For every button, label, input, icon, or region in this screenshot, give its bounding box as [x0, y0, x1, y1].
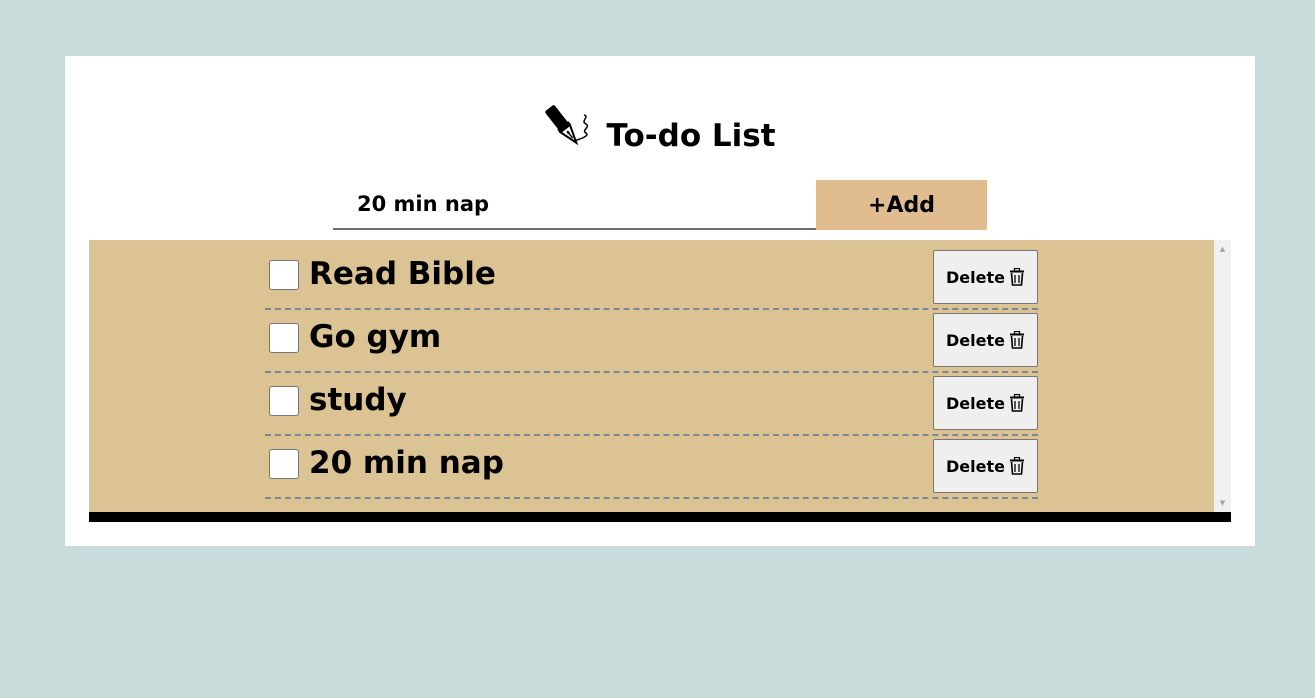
- header: To-do List: [65, 102, 1255, 162]
- todo-card: To-do List +Add Read Bible Delete Go gym: [65, 56, 1255, 546]
- item-checkbox[interactable]: [269, 386, 299, 416]
- list-item: Go gym Delete: [265, 311, 1038, 373]
- item-checkbox[interactable]: [269, 260, 299, 290]
- list-item: 20 min nap Delete: [265, 437, 1038, 499]
- item-checkbox[interactable]: [269, 449, 299, 479]
- task-input[interactable]: [333, 180, 816, 230]
- scroll-up-arrow-icon[interactable]: ▲: [1214, 242, 1231, 256]
- delete-button[interactable]: Delete: [933, 439, 1038, 493]
- delete-button[interactable]: Delete: [933, 376, 1038, 430]
- scroll-down-arrow-icon[interactable]: ▼: [1214, 496, 1231, 510]
- list-item: study Delete: [265, 374, 1038, 436]
- item-label: Read Bible: [309, 256, 496, 292]
- list-item: Read Bible Delete: [265, 248, 1038, 310]
- add-button[interactable]: +Add: [816, 180, 987, 230]
- trash-icon: [1009, 330, 1025, 349]
- delete-label: Delete: [946, 267, 1005, 287]
- delete-button[interactable]: Delete: [933, 313, 1038, 367]
- add-task-row: +Add: [333, 180, 987, 230]
- item-label: Go gym: [309, 319, 442, 355]
- delete-label: Delete: [946, 456, 1005, 476]
- task-list-panel: Read Bible Delete Go gym Delete study De…: [89, 240, 1231, 522]
- trash-icon: [1009, 393, 1025, 412]
- delete-button[interactable]: Delete: [933, 250, 1038, 304]
- fountain-pen-icon: [544, 101, 594, 155]
- item-label: study: [309, 382, 407, 418]
- page-title: To-do List: [606, 118, 776, 154]
- delete-label: Delete: [946, 330, 1005, 350]
- list-scrollbar[interactable]: ▲ ▼: [1214, 240, 1231, 512]
- item-label: 20 min nap: [309, 445, 504, 481]
- task-list: Read Bible Delete Go gym Delete study De…: [265, 248, 1038, 500]
- trash-icon: [1009, 456, 1025, 475]
- delete-label: Delete: [946, 393, 1005, 413]
- item-checkbox[interactable]: [269, 323, 299, 353]
- trash-icon: [1009, 267, 1025, 286]
